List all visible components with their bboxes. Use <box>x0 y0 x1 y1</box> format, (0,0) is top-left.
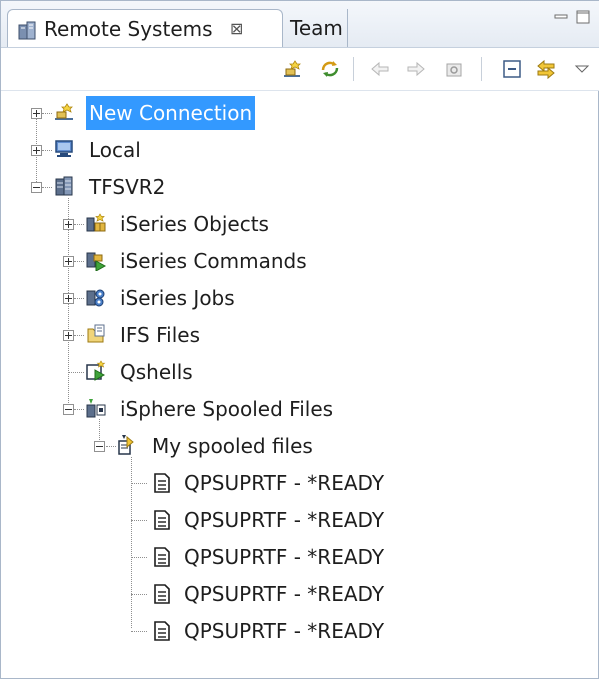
tree-item-label: TFSVR2 <box>89 175 166 199</box>
tree-item-label: My spooled files <box>152 434 313 458</box>
minimize-icon[interactable] <box>553 9 569 25</box>
expand-toggle[interactable] <box>63 293 74 304</box>
tree-item-label: QPSUPRTF - *READY <box>184 619 385 643</box>
remote-systems-tree: New Connection Local TFSVR2 iSeries Obje… <box>1 91 599 679</box>
tree-item-label: New Connection <box>86 96 256 130</box>
spooled-file-icon <box>154 621 170 641</box>
refresh-icon[interactable] <box>319 58 341 80</box>
server-icon <box>55 176 73 196</box>
tree-item-iseries-objects[interactable]: iSeries Objects <box>1 207 331 241</box>
tree-item-label: IFS Files <box>120 323 200 347</box>
tree-item-label: Local <box>89 138 141 162</box>
home-icon[interactable] <box>443 58 465 80</box>
expand-toggle[interactable] <box>63 219 74 230</box>
tab-team[interactable]: Team <box>282 9 348 47</box>
tree-item-iseries-commands[interactable]: iSeries Commands <box>1 244 341 278</box>
tree-item-label: QPSUPRTF - *READY <box>184 582 385 606</box>
spooled-file-icon <box>154 547 170 567</box>
tree-item-label: QPSUPRTF - *READY <box>184 508 385 532</box>
collapse-toggle[interactable] <box>31 182 42 193</box>
forward-icon[interactable] <box>405 58 427 80</box>
tab-team-label: Team <box>290 16 343 40</box>
tree-item-local[interactable]: Local <box>1 133 301 167</box>
tree-item-iseries-jobs[interactable]: iSeries Jobs <box>1 281 321 315</box>
tree-item-spooled-file[interactable]: QPSUPRTF - *READY <box>1 577 421 611</box>
qshells-icon <box>86 360 106 381</box>
view-toolbar <box>1 48 599 91</box>
iseries-objects-icon <box>86 213 106 232</box>
tree-item-label: iSphere Spooled Files <box>120 397 334 421</box>
expand-toggle[interactable] <box>63 330 74 341</box>
view-tab-bar: Remote Systems ⊠ Team <box>1 1 599 48</box>
spooled-file-icon <box>154 510 170 530</box>
expand-toggle[interactable] <box>31 108 42 119</box>
tree-item-spooled-file[interactable]: QPSUPRTF - *READY <box>1 614 421 648</box>
isphere-spooled-files-icon <box>86 399 106 418</box>
tree-item-my-spooled-files[interactable]: My spooled files <box>1 429 361 463</box>
new-connection-icon[interactable] <box>281 58 303 80</box>
collapse-all-icon[interactable] <box>501 58 523 80</box>
tree-item-spooled-file[interactable]: QPSUPRTF - *READY <box>1 540 421 574</box>
collapse-toggle[interactable] <box>94 441 105 452</box>
link-with-editor-icon[interactable] <box>535 58 557 80</box>
tree-item-label: Qshells <box>120 360 193 384</box>
tree-item-label: QPSUPRTF - *READY <box>184 471 385 495</box>
tree-item-qshells[interactable]: Qshells <box>1 355 301 389</box>
remote-systems-icon <box>18 21 36 40</box>
tree-item-label: iSeries Jobs <box>120 286 235 310</box>
tree-item-label: iSeries Objects <box>120 212 269 236</box>
expand-toggle[interactable] <box>63 256 74 267</box>
tab-remote-systems[interactable]: Remote Systems ⊠ <box>7 9 283 47</box>
tree-item-new-connection[interactable]: New Connection <box>1 96 301 130</box>
maximize-icon[interactable] <box>575 9 591 25</box>
new-connection-icon <box>55 103 73 120</box>
iseries-commands-icon <box>86 252 107 271</box>
tree-item-label: QPSUPRTF - *READY <box>184 545 385 569</box>
tree-item-ifs-files[interactable]: IFS Files <box>1 318 301 352</box>
remote-systems-view: Remote Systems ⊠ Team New Connection Loc… <box>0 0 599 679</box>
ifs-files-icon <box>87 324 105 343</box>
toolbar-separator <box>353 57 354 81</box>
iseries-jobs-icon <box>86 289 105 307</box>
view-menu-icon[interactable] <box>573 58 591 80</box>
tree-item-spooled-file[interactable]: QPSUPRTF - *READY <box>1 503 421 537</box>
tree-item-isphere-spooled-files[interactable]: iSphere Spooled Files <box>1 392 361 426</box>
tab-remote-systems-label: Remote Systems <box>44 17 213 41</box>
local-computer-icon <box>55 140 73 157</box>
spooled-files-filter-icon <box>118 435 134 455</box>
toolbar-separator <box>481 57 482 81</box>
tree-item-tfsvr2[interactable]: TFSVR2 <box>1 170 301 204</box>
spooled-file-icon <box>154 584 170 604</box>
collapse-toggle[interactable] <box>63 404 74 415</box>
tree-item-label: iSeries Commands <box>120 249 307 273</box>
back-icon[interactable] <box>369 58 391 80</box>
spooled-file-icon <box>154 473 170 493</box>
expand-toggle[interactable] <box>31 145 42 156</box>
tab-close-icon[interactable]: ⊠ <box>230 10 243 48</box>
tree-item-spooled-file[interactable]: QPSUPRTF - *READY <box>1 466 421 500</box>
